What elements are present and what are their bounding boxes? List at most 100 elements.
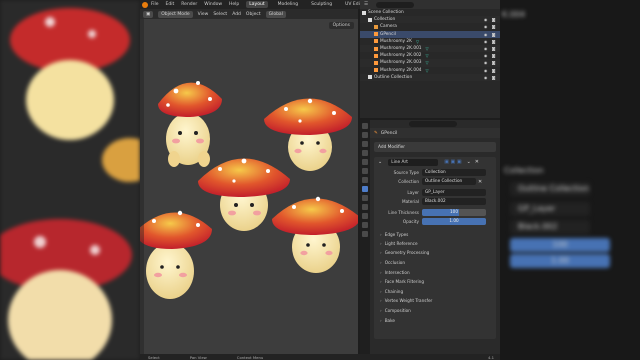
render-tab-icon[interactable] <box>362 132 368 138</box>
visibility-toggle-icon[interactable]: ◉ ◙ <box>484 39 497 44</box>
properties-tab-bar <box>360 120 370 354</box>
mesh-data-icon: ▽ <box>425 67 429 73</box>
outliner-row[interactable]: Mushroomy 2K.002 ▽ ◉ ◙ <box>360 52 500 59</box>
section-chaining[interactable]: Chaining <box>380 289 403 294</box>
line-thickness-slider[interactable]: 100 <box>422 209 486 216</box>
outliner-search-input[interactable] <box>376 1 415 8</box>
modifier-name-field[interactable]: Line Art <box>388 158 439 166</box>
properties-editor: ✎ GPencil Add Modifier ⌄ Line Art ▣ ▣ ▣ … <box>360 120 500 354</box>
mushroom-5[interactable] <box>272 196 358 273</box>
viewport-menu-view[interactable]: View <box>198 12 209 17</box>
outliner-row[interactable]: Mushroomy 2K ▽ ◉ ◙ <box>360 38 500 45</box>
mushroom-4[interactable] <box>140 210 212 299</box>
options-button[interactable]: Options <box>328 22 354 29</box>
opacity-slider[interactable]: 1.00 <box>422 218 486 225</box>
tool-tab-icon[interactable] <box>362 123 368 129</box>
visibility-toggle-icon[interactable]: ◉ ◙ <box>484 68 497 73</box>
editor-type-icon[interactable]: ▣ <box>143 10 154 18</box>
output-tab-icon[interactable] <box>362 141 368 147</box>
3d-viewport[interactable]: ▣ Object Mode View Select Add Object Glo… <box>140 9 358 354</box>
section-light-reference[interactable]: Light Reference <box>380 241 418 246</box>
line-thickness-field: Line Thickness 100 <box>374 209 496 216</box>
layer-selector[interactable]: GP_Layer <box>422 189 486 196</box>
tab-modeling[interactable]: Modeling <box>275 1 301 8</box>
section-face-mark-filtering[interactable]: Face Mark Filtering <box>380 279 424 284</box>
viewport-menu-add[interactable]: Add <box>232 12 241 17</box>
section-intersection[interactable]: Intersection <box>380 270 410 275</box>
outliner-editor-icon[interactable]: ☰ <box>364 2 368 7</box>
viewport-menu-object[interactable]: Object <box>246 12 261 17</box>
modifier-remove-icon[interactable]: ✕ <box>475 159 479 165</box>
tab-layout[interactable]: Layout <box>246 1 268 8</box>
outliner-row[interactable]: GPencil ◉ ◙ <box>360 30 500 38</box>
toolbar-strip[interactable] <box>140 19 144 354</box>
version-label: 4.1 <box>487 354 494 360</box>
section-vertex-weight-transfer[interactable]: Vertex Weight Transfer <box>380 298 433 303</box>
mushroom-2[interactable] <box>264 98 352 171</box>
outliner-row[interactable]: Scene Collection <box>360 9 500 16</box>
section-occlusion[interactable]: Occlusion <box>380 260 405 265</box>
modifier-visibility-icons[interactable]: ▣ ▣ ▣ <box>444 159 461 165</box>
opacity-field: Opacity 1.00 <box>374 218 496 225</box>
visibility-toggle-icon[interactable]: ◉ ◙ <box>484 32 497 37</box>
blurred-opacity-field: 1.00 <box>510 254 610 268</box>
section-bake[interactable]: Bake <box>380 318 395 323</box>
transform-orientation-dropdown[interactable]: Global <box>265 10 286 18</box>
section-composition[interactable]: Composition <box>380 308 411 313</box>
add-modifier-button[interactable]: Add Modifier <box>374 142 496 152</box>
visibility-toggle-icon[interactable]: ◉ ◙ <box>484 46 497 51</box>
modifier-menu-icon[interactable]: ⌄ <box>467 159 471 165</box>
source-type-dropdown[interactable]: Collection <box>422 169 486 176</box>
mushroom-1[interactable] <box>158 81 222 167</box>
data-tab-icon[interactable] <box>362 222 368 228</box>
outliner-row[interactable]: Mushroomy 2K.003 ▽ ◉ ◙ <box>360 59 500 67</box>
material-tab-icon[interactable] <box>362 231 368 237</box>
visibility-toggle-icon[interactable]: ◉ ◙ <box>484 60 497 65</box>
outliner-row[interactable]: Outline Collection ◉ ◙ <box>360 73 500 81</box>
visibility-toggle-icon[interactable]: ◉ ◙ <box>484 75 497 80</box>
visibility-toggle-icon[interactable]: ◉ ◙ <box>484 24 497 29</box>
properties-search-row <box>370 120 500 128</box>
outliner-row-label: Collection <box>374 17 396 23</box>
outliner-row-label: Mushroomy 2K.002 <box>380 53 422 59</box>
viewport-menu-select[interactable]: Select <box>213 12 227 17</box>
outliner-row[interactable]: Mushroomy 2K.001 ▽ ◉ ◙ <box>360 44 500 53</box>
collection-clear-icon[interactable]: ✕ <box>478 179 482 185</box>
constraints-tab-icon[interactable] <box>362 213 368 219</box>
mode-dropdown[interactable]: Object Mode <box>158 10 193 18</box>
world-tab-icon[interactable] <box>362 168 368 174</box>
menu-file[interactable]: File <box>151 2 159 7</box>
properties-search-input[interactable] <box>409 121 457 127</box>
status-bar: Select Pan View Context Menu 4.1 <box>140 354 500 360</box>
menu-edit[interactable]: Edit <box>166 2 175 7</box>
material-selector[interactable]: Black.002 <box>422 198 486 205</box>
outliner-row[interactable]: Collection ◉ ◙ <box>360 16 500 24</box>
physics-tab-icon[interactable] <box>362 204 368 210</box>
visibility-toggle-icon[interactable]: ◉ ◙ <box>484 17 497 22</box>
gpencil-icon <box>374 32 378 37</box>
modifier-tab-icon[interactable] <box>362 186 368 192</box>
viewport-scene <box>140 81 358 299</box>
object-tab-icon[interactable] <box>362 177 368 183</box>
scene-tab-icon[interactable] <box>362 159 368 165</box>
section-edge-types[interactable]: Edge Types <box>380 232 409 237</box>
source-type-field: Source Type Collection <box>374 169 496 176</box>
outliner-row-label: Mushroomy 2K.003 <box>380 60 422 66</box>
viewport-header: ▣ Object Mode View Select Add Object Glo… <box>140 9 358 19</box>
view-layer-tab-icon[interactable] <box>362 150 368 156</box>
section-geometry-processing[interactable]: Geometry Processing <box>380 250 430 255</box>
menu-help[interactable]: Help <box>229 2 239 7</box>
visibility-toggle-icon[interactable]: ◉ ◙ <box>484 53 497 58</box>
menu-render[interactable]: Render <box>181 2 197 7</box>
collapse-chevron-icon[interactable]: ⌄ <box>378 159 382 165</box>
tab-sculpting[interactable]: Sculpting <box>308 1 335 8</box>
outliner-row[interactable]: Mushroomy 2K.004 ▽ ◉ ◙ <box>360 67 500 74</box>
effects-tab-icon[interactable] <box>362 195 368 201</box>
outliner-row[interactable]: Camera ◉ ◙ <box>360 23 500 30</box>
menu-window[interactable]: Window <box>204 2 222 7</box>
collection-selector[interactable]: Outline Collection <box>422 178 476 185</box>
blender-logo-icon[interactable] <box>142 1 148 8</box>
outliner: ☰ Scene Collection Collection ◉ ◙ Camera ◉ ◙… <box>360 0 500 118</box>
blurred-collection-field: Outline Collection <box>510 182 590 196</box>
blurred-collection-tab: Collection <box>504 166 544 175</box>
